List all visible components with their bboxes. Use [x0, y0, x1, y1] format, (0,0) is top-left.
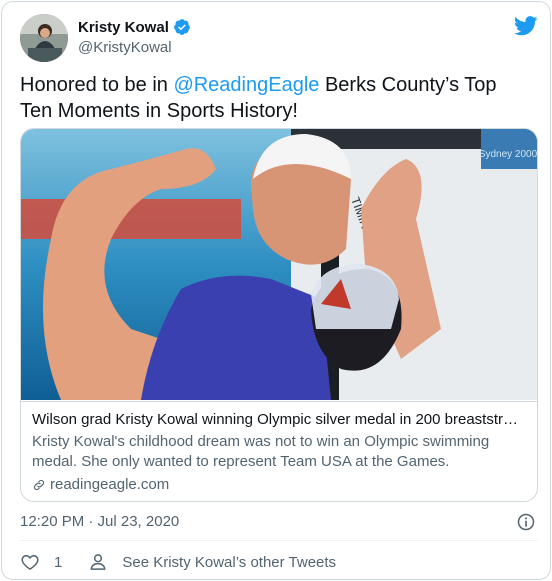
mention-link[interactable]: @ReadingEagle: [173, 74, 319, 96]
tweet-embed-card[interactable]: Kristy Kowal @KristyKowal Honored to be …: [1, 1, 551, 580]
info-icon[interactable]: [516, 512, 536, 532]
image-caption-text: Sydney 2000: [479, 149, 537, 160]
tweet-header: Kristy Kowal @KristyKowal: [20, 14, 540, 64]
like-button[interactable]: 1: [20, 552, 62, 572]
tweet-text-before: Honored to be in: [20, 74, 174, 96]
link-domain-label: readingeagle.com: [50, 476, 170, 493]
other-tweets-label: See Kristy Kowal’s other Tweets: [122, 553, 337, 571]
link-domain[interactable]: readingeagle.com: [32, 475, 525, 495]
link-icon: [33, 479, 45, 491]
link-preview-image[interactable]: Sydney 2000 TIMING: [21, 129, 537, 400]
verified-badge-icon: [173, 19, 190, 35]
twitter-bird-icon[interactable]: [514, 16, 538, 36]
timestamp-row: 12:20 PM · Jul 23, 2020: [20, 512, 538, 534]
tweet-timestamp[interactable]: 12:20 PM · Jul 23, 2020: [20, 513, 179, 530]
like-count: 1: [54, 553, 63, 571]
link-preview-body[interactable]: Wilson grad Kristy Kowal winning Olympic…: [21, 401, 537, 501]
heart-icon: [21, 555, 39, 570]
user-handle[interactable]: @KristyKowal: [78, 39, 172, 56]
link-description: Kristy Kowal's childhood dream was not t…: [32, 433, 490, 470]
link-title[interactable]: Wilson grad Kristy Kowal winning Olympic…: [32, 410, 526, 430]
link-preview-card[interactable]: Sydney 2000 TIMING Wilson grad Kristy Ko…: [20, 128, 538, 502]
action-bar: 1 See Kristy Kowal’s other Tweets: [20, 551, 336, 573]
avatar-photo-icon: [20, 14, 68, 62]
person-icon: [90, 554, 106, 570]
display-name[interactable]: Kristy Kowal: [78, 19, 169, 36]
swimmer-photo-icon: Sydney 2000 TIMING: [21, 129, 537, 400]
avatar[interactable]: [20, 14, 68, 62]
divider: [20, 540, 538, 541]
other-tweets-link[interactable]: See Kristy Kowal’s other Tweets: [88, 552, 336, 572]
tweet-text: Honored to be in @ReadingEagle Berks Cou…: [20, 72, 530, 124]
